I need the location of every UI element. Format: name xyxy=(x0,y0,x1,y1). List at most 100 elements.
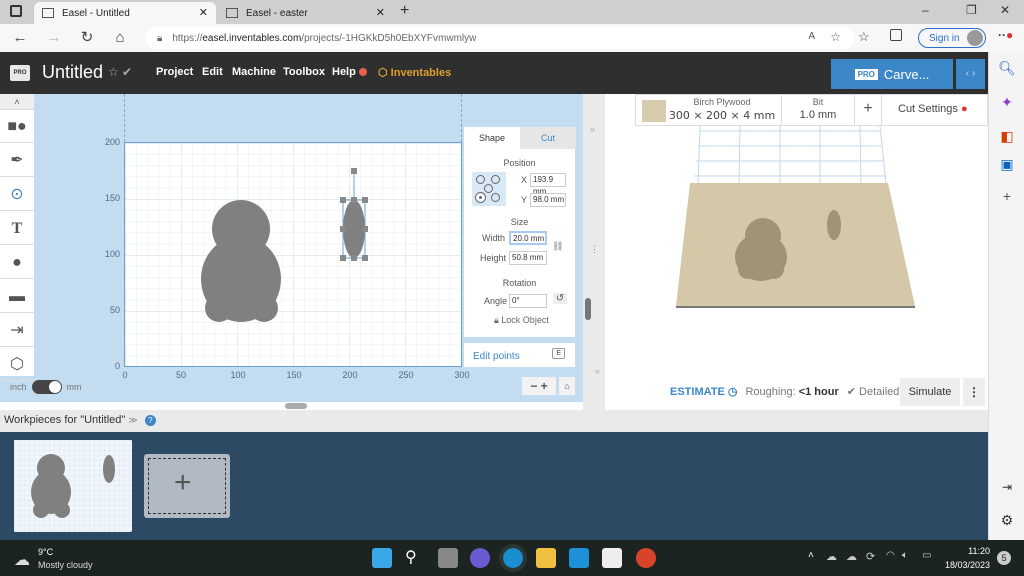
collapse-toolbar-icon[interactable]: ˄ xyxy=(0,94,34,110)
search-taskbar-icon[interactable]: ⚲ xyxy=(405,547,417,567)
new-tab-button[interactable]: + xyxy=(400,2,409,20)
home-view-icon[interactable]: ⌂ xyxy=(559,377,575,395)
tab-easel-easter[interactable]: Easel - easter ✕ xyxy=(218,2,393,24)
more-options-icon[interactable]: ⋮ xyxy=(963,378,985,406)
restore-button[interactable]: ❐ xyxy=(966,3,977,17)
weather-condition[interactable]: Mostly cloudy xyxy=(38,560,93,570)
apps-brick-icon[interactable]: ▬ xyxy=(0,280,34,313)
read-aloud-icon[interactable]: A xyxy=(808,31,815,42)
weather-cloud-icon[interactable]: ☁ xyxy=(14,550,30,570)
target-tool-icon[interactable]: ⊙ xyxy=(0,178,34,211)
refresh-icon[interactable]: ↻ xyxy=(77,29,97,47)
edge-browser-icon[interactable] xyxy=(499,544,527,572)
drag-handle-icon[interactable]: ⋮ xyxy=(590,244,599,255)
zoom-out-button[interactable]: − xyxy=(530,379,537,393)
canvas-svg[interactable] xyxy=(125,143,461,366)
clock-time[interactable]: 11:20 xyxy=(950,546,990,556)
favorite-star-icon[interactable]: ☆ xyxy=(108,65,119,79)
lock-object-toggle[interactable]: 🔒︎ Lock Object xyxy=(494,315,549,326)
tab-actions-icon[interactable] xyxy=(10,5,22,17)
panel-splitter[interactable]: » ⋮ « xyxy=(583,94,605,410)
close-tab-icon[interactable]: ✕ xyxy=(376,6,385,19)
expand-right-icon[interactable]: » xyxy=(590,124,595,134)
weather-temp[interactable]: 9°C xyxy=(38,547,53,557)
unit-toggle[interactable]: inch mm xyxy=(10,380,82,394)
vertical-scrollbar[interactable] xyxy=(585,298,591,320)
inventables-link[interactable]: ⬡ Inventables xyxy=(378,66,451,79)
ccleaner-icon[interactable] xyxy=(636,548,656,568)
menu-help[interactable]: Help xyxy=(332,66,356,78)
y-position-input[interactable]: 98.0 mm xyxy=(530,193,566,207)
show-hidden-icons[interactable]: ˄ xyxy=(808,550,814,561)
copilot-icon[interactable]: ✦ xyxy=(989,94,1024,111)
height-input[interactable]: 50.8 mm xyxy=(509,251,547,265)
help-icon[interactable]: ? xyxy=(144,415,156,426)
simulate-button[interactable]: Simulate xyxy=(900,378,960,406)
close-window-button[interactable]: ✕ xyxy=(1000,3,1010,17)
carve-button[interactable]: PRO Carve... xyxy=(831,59,953,89)
workpiece-thumbnail[interactable] xyxy=(14,440,132,532)
close-tab-icon[interactable]: ✕ xyxy=(199,6,208,19)
more-menu-icon[interactable]: ··● xyxy=(998,28,1013,42)
url-input[interactable]: 🔒︎ https://easel.inventables.com/project… xyxy=(145,27,855,49)
collapse-workpieces-icon[interactable]: ≫ xyxy=(128,415,137,425)
icon-library-apple-icon[interactable]: ● xyxy=(0,246,34,279)
menu-edit[interactable]: Edit xyxy=(202,66,223,78)
add-workpiece-button[interactable]: + xyxy=(144,454,230,518)
sign-in-button[interactable]: Sign in xyxy=(918,28,986,48)
shapes-tool-icon[interactable]: ■● xyxy=(0,110,34,143)
outlook-icon[interactable]: ▣ xyxy=(989,156,1024,173)
snipping-tool-icon[interactable] xyxy=(602,548,622,568)
design-canvas[interactable] xyxy=(124,142,462,367)
battery-icon[interactable]: ▭ xyxy=(922,550,931,561)
minimize-button[interactable]: – xyxy=(922,3,929,17)
3d-preview[interactable] xyxy=(660,126,930,316)
hide-sidebar-icon[interactable]: ⇥ xyxy=(989,480,1024,494)
tab-easel-untitled[interactable]: Easel - Untitled ✕ xyxy=(34,2,216,24)
task-view-icon[interactable] xyxy=(438,548,458,568)
menu-toolbox[interactable]: Toolbox xyxy=(283,66,325,78)
onedrive-error-icon[interactable]: ☁ xyxy=(846,550,857,563)
material-name[interactable]: Birch Plywood xyxy=(672,97,772,107)
detailed-toggle[interactable]: ✔ Detailed xyxy=(847,385,900,398)
reset-rotation-icon[interactable]: ↺ xyxy=(553,293,567,304)
file-explorer-icon[interactable] xyxy=(536,548,556,568)
angle-input[interactable]: 0° xyxy=(509,294,547,308)
easel-pro-logo[interactable]: PRO xyxy=(10,65,30,81)
favorites-icon[interactable]: ☆ xyxy=(858,29,870,45)
forward-icon[interactable]: → xyxy=(44,29,64,47)
horizontal-scrollbar[interactable] xyxy=(285,403,307,409)
cut-settings-button[interactable]: Cut Settings ● xyxy=(898,103,968,115)
settings-gear-icon[interactable]: ⚙ xyxy=(989,512,1024,529)
tab-shape[interactable]: Shape xyxy=(464,127,520,149)
bit-value[interactable]: 1.0 mm xyxy=(782,109,854,121)
collapse-left-icon[interactable]: « xyxy=(595,366,600,376)
search-icon[interactable]: 🔍︎ xyxy=(989,60,1024,77)
start-icon[interactable] xyxy=(372,548,392,568)
collections-icon[interactable] xyxy=(890,29,902,41)
back-icon[interactable]: ← xyxy=(10,29,30,47)
material-swatch[interactable] xyxy=(642,100,666,122)
teams-chat-icon[interactable] xyxy=(470,548,490,568)
material-dimensions[interactable]: 300 × 200 × 4 mm xyxy=(668,109,776,122)
add-sidebar-app-icon[interactable]: + xyxy=(989,188,1024,204)
estimate-label[interactable]: ESTIMATE ◷ xyxy=(670,385,737,398)
home-icon[interactable]: ⌂ xyxy=(110,29,130,47)
volume-icon[interactable]: 🔈︎ xyxy=(902,550,908,561)
unit-switch[interactable] xyxy=(31,380,62,394)
text-tool-icon[interactable]: T xyxy=(0,212,34,245)
pen-tool-icon[interactable]: ✒ xyxy=(0,144,34,177)
import-icon[interactable]: ⇥ xyxy=(0,314,34,347)
tab-cut[interactable]: Cut xyxy=(520,127,576,149)
anchor-point-selector[interactable] xyxy=(472,172,506,206)
menu-machine[interactable]: Machine xyxy=(232,66,276,78)
edit-points-button[interactable]: Edit points E xyxy=(464,343,575,367)
x-position-input[interactable]: 193.9 mm xyxy=(530,173,566,196)
clock-date[interactable]: 18/03/2023 xyxy=(940,560,990,570)
office-icon[interactable]: ◧ xyxy=(989,128,1024,145)
width-input[interactable]: 20.0 mm xyxy=(509,231,547,245)
add-bit-button[interactable]: + xyxy=(855,100,881,118)
3d-cube-icon[interactable]: ⬡ xyxy=(0,348,34,381)
project-title[interactable]: Untitled xyxy=(42,62,103,83)
sync-icon[interactable]: ⟳ xyxy=(866,550,875,563)
